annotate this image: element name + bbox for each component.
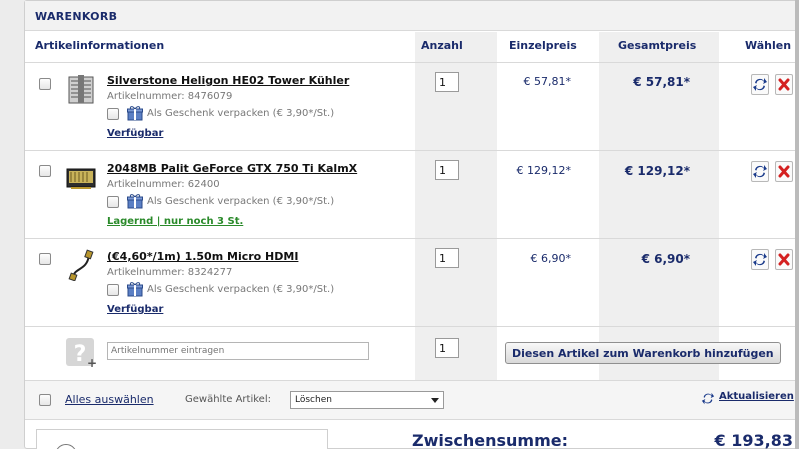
add-to-cart-button[interactable]: Diesen Artikel zum Warenkorb hinzufügen xyxy=(505,342,781,364)
item-article-number: Artikelnummer: 8324277 xyxy=(107,267,233,278)
availability-link[interactable]: Verfügbar xyxy=(107,128,163,139)
col-header-unit-price: Einzelpreis xyxy=(509,39,577,52)
item-name-link[interactable]: 2048MB Palit GeForce GTX 750 Ti KalmX xyxy=(107,162,357,175)
svg-text:?: ? xyxy=(74,342,87,367)
quantity-input[interactable] xyxy=(435,160,459,180)
item-name-link[interactable]: (€4,60*/1m) 1.50m Micro HDMI xyxy=(107,250,298,263)
item-select-checkbox[interactable] xyxy=(39,165,51,177)
select-all-link[interactable]: Alles auswählen xyxy=(65,393,154,406)
gift-icon xyxy=(127,282,143,297)
row-divider xyxy=(25,150,799,151)
refresh-item-button[interactable] xyxy=(751,74,769,95)
cart-actions-bar: Alles auswählen Gewählte Artikel: Lösche… xyxy=(25,380,799,420)
refresh-icon xyxy=(753,78,767,91)
item-select-checkbox[interactable] xyxy=(39,253,51,265)
availability-link[interactable]: Lagernd | nur noch 3 St. xyxy=(107,216,243,227)
delete-item-button[interactable] xyxy=(775,74,793,95)
gift-wrap-checkbox[interactable] xyxy=(107,196,119,208)
graphics-card-thumbnail xyxy=(66,168,96,189)
svg-text:+: + xyxy=(87,356,97,369)
col-header-select: Wählen xyxy=(745,39,792,52)
total-price: € 129,12* xyxy=(624,164,690,178)
row-divider xyxy=(25,62,799,63)
hdmi-cable-thumbnail xyxy=(68,249,94,281)
col-header-total-price: Gesamtpreis xyxy=(618,39,697,52)
item-article-number: Artikelnummer: 8476079 xyxy=(107,91,233,102)
cart-title: WARENKORB xyxy=(25,1,799,31)
quantity-input[interactable] xyxy=(435,72,459,92)
gift-icon xyxy=(127,106,143,121)
refresh-cart-link[interactable]: Aktualisieren xyxy=(719,391,794,402)
delete-icon xyxy=(778,165,790,178)
subtotal-label: Zwischensumme: xyxy=(412,431,569,449)
gift-wrap-label: Als Geschenk verpacken (€ 3,90*/St.) xyxy=(147,196,335,207)
gift-wrap-label: Als Geschenk verpacken (€ 3,90*/St.) xyxy=(147,284,335,295)
unit-price: € 57,81* xyxy=(523,75,572,88)
refresh-icon xyxy=(753,253,767,266)
availability-link[interactable]: Verfügbar xyxy=(107,304,163,315)
voucher-box xyxy=(36,429,328,449)
refresh-item-button[interactable] xyxy=(751,161,769,182)
cooler-thumbnail xyxy=(68,75,94,104)
refresh-item-button[interactable] xyxy=(751,249,769,270)
selected-action-select[interactable]: Löschen xyxy=(290,391,444,409)
item-select-checkbox[interactable] xyxy=(39,78,51,90)
selected-action-value: Löschen xyxy=(295,395,332,405)
unit-price: € 129,12* xyxy=(516,164,571,177)
delete-icon xyxy=(778,78,790,91)
delete-item-button[interactable] xyxy=(775,249,793,270)
add-quantity-input[interactable] xyxy=(435,338,459,358)
delete-item-button[interactable] xyxy=(775,161,793,182)
row-divider xyxy=(25,238,799,239)
article-number-input[interactable] xyxy=(107,342,369,360)
total-price: € 57,81* xyxy=(633,75,690,89)
row-divider xyxy=(25,326,799,327)
total-price: € 6,90* xyxy=(641,252,690,266)
gift-wrap-checkbox[interactable] xyxy=(107,284,119,296)
info-circle-icon xyxy=(55,444,77,449)
gift-wrap-checkbox[interactable] xyxy=(107,108,119,120)
item-name-link[interactable]: Silverstone Heligon HE02 Tower Kühler xyxy=(107,74,349,87)
delete-icon xyxy=(778,253,790,266)
select-all-checkbox[interactable] xyxy=(39,394,51,406)
gift-wrap-label: Als Geschenk verpacken (€ 3,90*/St.) xyxy=(147,108,335,119)
cart-panel: WARENKORB Artikelinformationen Anzahl Ei… xyxy=(24,0,799,449)
unit-price: € 6,90* xyxy=(530,252,572,265)
unknown-product-icon: ? + xyxy=(66,338,97,369)
gift-icon xyxy=(127,194,143,209)
refresh-icon xyxy=(753,165,767,178)
quantity-input[interactable] xyxy=(435,248,459,268)
item-article-number: Artikelnummer: 62400 xyxy=(107,179,220,190)
col-header-article: Artikelinformationen xyxy=(35,39,165,52)
subtotal-value: € 193,83 xyxy=(714,431,793,449)
scrollbar[interactable] xyxy=(795,0,799,449)
selected-articles-label: Gewählte Artikel: xyxy=(185,394,271,405)
chevron-down-icon xyxy=(431,398,439,403)
refresh-icon xyxy=(701,392,715,405)
col-header-qty: Anzahl xyxy=(421,39,463,52)
